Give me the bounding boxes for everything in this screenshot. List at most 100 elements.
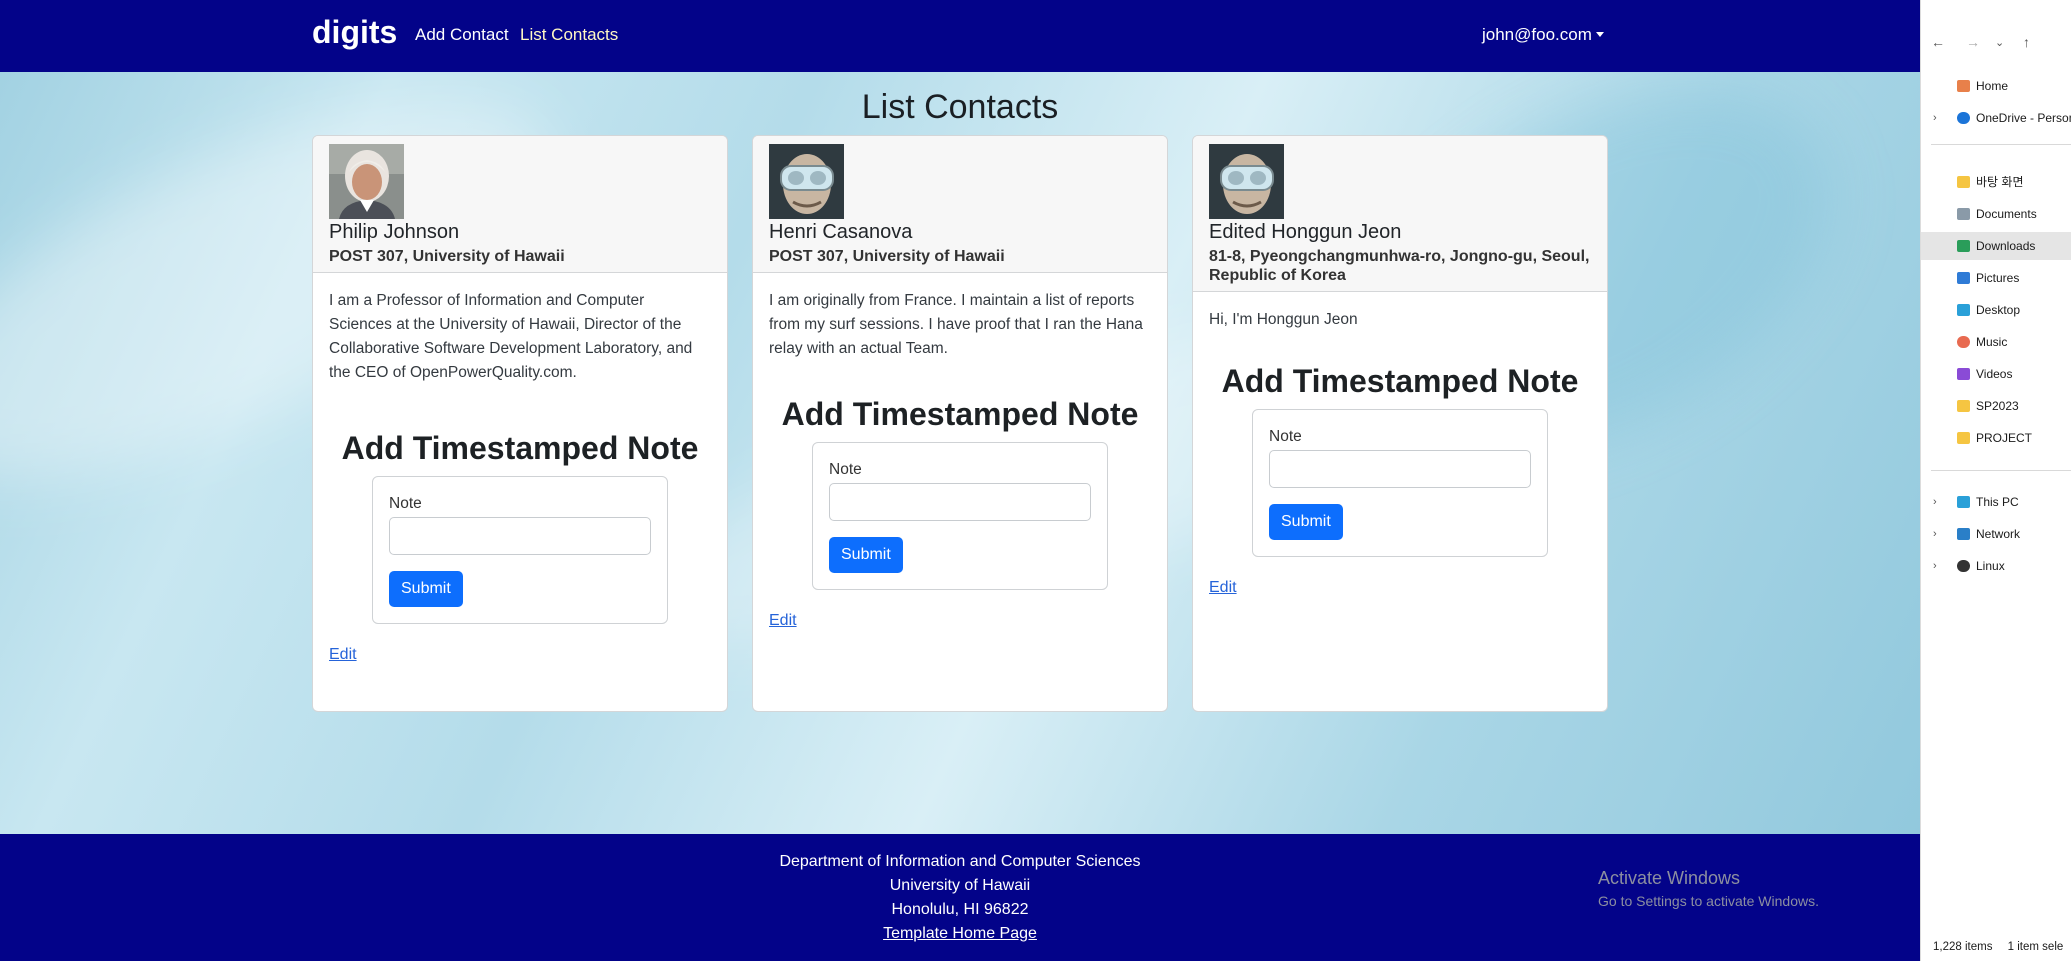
edit-link[interactable]: Edit <box>769 612 797 630</box>
cloud-icon <box>1957 112 1970 124</box>
contact-description: I am originally from France. I maintain … <box>769 292 1143 357</box>
pictures-icon <box>1957 272 1970 284</box>
note-label: Note <box>389 495 422 512</box>
avatar <box>1209 144 1284 219</box>
user-dropdown[interactable]: john@foo.com <box>1482 25 1604 45</box>
explorer-item-sp2023[interactable]: SP2023 <box>1921 392 2071 420</box>
avatar <box>329 144 404 219</box>
explorer-item-label: PROJECT <box>1976 431 2033 445</box>
note-form: Note Submit <box>812 442 1108 590</box>
nav-add-contact[interactable]: Add Contact <box>415 25 509 45</box>
contact-description: Hi, I'm Honggun Jeon <box>1209 311 1358 328</box>
explorer-item-label: Videos <box>1976 367 2013 381</box>
note-input[interactable] <box>829 483 1091 521</box>
back-arrow-icon[interactable]: ← <box>1931 34 1945 50</box>
activate-windows-watermark: Activate Windows Go to Settings to activ… <box>1598 868 1819 909</box>
edit-link[interactable]: Edit <box>329 646 357 664</box>
explorer-item-desktop[interactable]: Desktop <box>1921 296 2071 324</box>
chevron-right-icon[interactable]: › <box>1933 104 1937 132</box>
explorer-item-linux[interactable]: › Linux <box>1921 552 2071 580</box>
explorer-status-bar: 1,228 items 1 item sele <box>1933 941 2071 953</box>
download-icon <box>1957 240 1970 252</box>
card-body: I am originally from France. I maintain … <box>753 273 1167 646</box>
contact-address: 81-8, Pyeongchangmunhwa-ro, Jongno-gu, S… <box>1209 248 1590 284</box>
note-input[interactable] <box>1269 450 1531 488</box>
contact-address: POST 307, University of Hawaii <box>769 248 1005 265</box>
explorer-item-label: Downloads <box>1976 239 2036 253</box>
music-icon <box>1957 336 1970 348</box>
note-label: Note <box>1269 428 1302 445</box>
note-form-title: Add Timestamped Note <box>1221 363 1579 399</box>
explorer-item-home[interactable]: Home <box>1921 72 2071 100</box>
documents-icon <box>1957 208 1970 220</box>
user-email: john@foo.com <box>1482 25 1592 44</box>
videos-icon <box>1957 368 1970 380</box>
chevron-right-icon[interactable]: › <box>1933 552 1937 580</box>
edit-link[interactable]: Edit <box>1209 579 1237 597</box>
file-explorer-panel: ← → ⌄ ↑ Home › OneDrive - Person 바탕 화면 D… <box>1920 0 2071 961</box>
footer-address: Department of Information and Computer S… <box>690 850 1230 946</box>
brand-logo[interactable]: digits <box>312 14 397 51</box>
explorer-item-label: OneDrive - Person <box>1976 111 2071 125</box>
explorer-item-music[interactable]: Music <box>1921 328 2071 356</box>
divider <box>1931 470 2071 471</box>
explorer-item-label: Documents <box>1976 207 2037 221</box>
watermark-subtitle: Go to Settings to activate Windows. <box>1598 893 1819 909</box>
folder-icon <box>1957 432 1970 444</box>
explorer-item-label: Linux <box>1976 559 2005 573</box>
submit-button[interactable]: Submit <box>1269 504 1343 540</box>
explorer-item-network[interactable]: › Network <box>1921 520 2071 548</box>
explorer-item-label: Home <box>1976 79 2009 93</box>
page-title: List Contacts <box>861 88 1059 126</box>
chevron-down-icon[interactable]: ⌄ <box>1995 36 2004 49</box>
card-header: Henri Casanova POST 307, University of H… <box>753 136 1167 273</box>
contact-card: Philip Johnson POST 307, University of H… <box>312 135 728 712</box>
explorer-item-this-pc[interactable]: › This PC <box>1921 488 2071 516</box>
contact-card: Edited Honggun Jeon 81-8, Pyeongchangmun… <box>1192 135 1608 712</box>
item-count: 1,228 items <box>1933 941 1993 953</box>
footer-line: Honolulu, HI 96822 <box>891 901 1029 918</box>
footer-line: University of Hawaii <box>889 877 1031 894</box>
submit-button[interactable]: Submit <box>829 537 903 573</box>
explorer-item-label: This PC <box>1976 495 2019 509</box>
explorer-item-documents[interactable]: Documents <box>1921 200 2071 228</box>
network-icon <box>1957 528 1970 540</box>
note-form-title: Add Timestamped Note <box>781 396 1139 432</box>
explorer-item-videos[interactable]: Videos <box>1921 360 2071 388</box>
nav-list-contacts[interactable]: List Contacts <box>520 25 618 45</box>
chevron-right-icon[interactable]: › <box>1933 488 1937 516</box>
note-input[interactable] <box>389 517 651 555</box>
watermark-title: Activate Windows <box>1598 868 1741 888</box>
contact-name: Philip Johnson <box>329 221 460 243</box>
top-navbar: digits Add Contact List Contacts john@fo… <box>0 0 1920 72</box>
up-arrow-icon[interactable]: ↑ <box>2023 34 2030 50</box>
explorer-item-label: Pictures <box>1976 271 2020 285</box>
contact-card: Henri Casanova POST 307, University of H… <box>752 135 1168 712</box>
explorer-item-label: Network <box>1976 527 2021 541</box>
contact-name: Edited Honggun Jeon <box>1209 221 1402 243</box>
home-icon <box>1957 80 1970 92</box>
explorer-item-label: Music <box>1976 335 2008 349</box>
explorer-item-desktop-korean[interactable]: 바탕 화면 <box>1921 168 2071 196</box>
submit-button[interactable]: Submit <box>389 571 463 607</box>
explorer-item-label: SP2023 <box>1976 399 2019 413</box>
selection-count: 1 item sele <box>2007 941 2064 953</box>
card-header: Philip Johnson POST 307, University of H… <box>313 136 727 273</box>
card-header: Edited Honggun Jeon 81-8, Pyeongchangmun… <box>1193 136 1607 292</box>
browser-page: digits Add Contact List Contacts john@fo… <box>0 0 1920 961</box>
explorer-item-label: Desktop <box>1976 303 2021 317</box>
note-form: Note Submit <box>372 476 668 624</box>
contact-name: Henri Casanova <box>769 221 913 243</box>
forward-arrow-icon[interactable]: → <box>1966 34 1980 50</box>
footer-line: Department of Information and Computer S… <box>779 853 1141 870</box>
caret-down-icon <box>1595 32 1604 37</box>
explorer-item-project[interactable]: PROJECT <box>1921 424 2071 452</box>
explorer-item-downloads[interactable]: Downloads <box>1921 232 2071 260</box>
explorer-item-pictures[interactable]: Pictures <box>1921 264 2071 292</box>
chevron-right-icon[interactable]: › <box>1933 520 1937 548</box>
contact-description: I am a Professor of Information and Comp… <box>329 292 693 381</box>
template-home-link[interactable]: Template Home Page <box>883 925 1037 942</box>
explorer-item-label: 바탕 화면 <box>1976 175 2024 189</box>
explorer-item-onedrive[interactable]: › OneDrive - Person <box>1921 104 2071 132</box>
divider <box>1931 144 2071 145</box>
